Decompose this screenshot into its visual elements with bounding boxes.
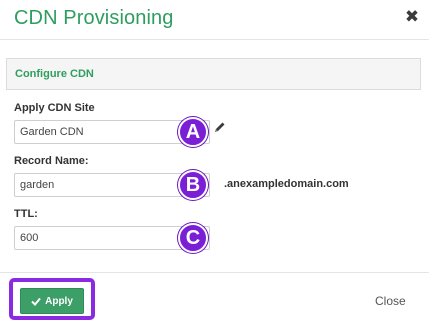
annotation-badge-a: A	[178, 117, 208, 147]
check-icon	[31, 297, 41, 306]
configure-cdn-panel-header: Configure CDN	[6, 58, 421, 90]
dialog-title: CDN Provisioning	[14, 7, 174, 29]
close-button[interactable]: Close	[375, 294, 406, 308]
annotation-badge-c: C	[178, 223, 208, 253]
close-icon[interactable]: ✖	[404, 8, 420, 26]
record-label: Record Name:	[14, 155, 89, 167]
domain-suffix: .anexampledomain.com	[224, 178, 349, 190]
ttl-label: TTL:	[14, 208, 38, 220]
footer-divider	[0, 272, 429, 273]
dialog-header: CDN Provisioning ✖	[0, 0, 429, 40]
apply-button[interactable]: Apply	[20, 288, 84, 314]
apply-label: Apply	[45, 295, 73, 307]
panel-title: Configure CDN	[15, 68, 94, 80]
annotation-badge-b: B	[178, 170, 208, 200]
site-label: Apply CDN Site	[14, 102, 95, 114]
pencil-icon[interactable]	[213, 120, 227, 134]
